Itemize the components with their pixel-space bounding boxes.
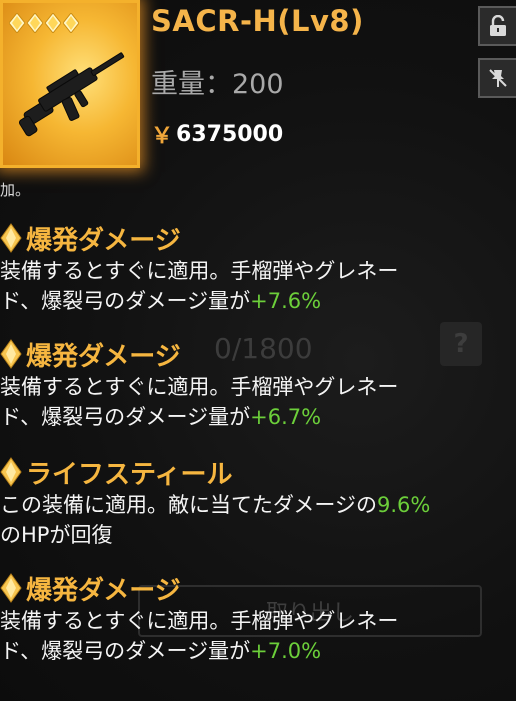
- effect-desc-text: ド、爆裂弓のダメージ量が: [0, 405, 251, 429]
- star-icon: [45, 13, 61, 33]
- effect-title: ライフスティール: [0, 454, 516, 490]
- effect-explosive-damage-2: 爆発ダメージ 装備するとすぐに適用。手榴弾やグレネー ド、爆裂弓のダメージ量が+…: [0, 336, 516, 432]
- effect-desc-line: ド、爆裂弓のダメージ量が+7.0%: [0, 636, 516, 666]
- effect-value: 9.6%: [376, 493, 431, 517]
- star-icon: [27, 13, 43, 33]
- description-snippet: 加。: [0, 181, 31, 199]
- rifle-icon: [18, 52, 125, 137]
- effect-description: 装備するとすぐに適用。手榴弾やグレネー ド、爆裂弓のダメージ量が+7.0%: [0, 606, 516, 666]
- rarity-stars: [9, 13, 79, 33]
- lock-button[interactable]: [478, 6, 516, 46]
- item-detail-panel: 0/1800 ? 取り出し SACR-H(Lv8) 重量：200 ￥ 63750…: [0, 0, 516, 701]
- effect-title: 爆発ダメージ: [0, 220, 516, 256]
- item-price: ￥ 6375000: [151, 118, 283, 150]
- effect-explosive-damage-3: 爆発ダメージ 装備するとすぐに適用。手榴弾やグレネー ド、爆裂弓のダメージ量が+…: [0, 570, 516, 666]
- effect-value: +6.7%: [250, 405, 322, 429]
- effect-value: +7.0%: [250, 639, 322, 663]
- lock-icon: [490, 15, 506, 36]
- effect-name: 爆発ダメージ: [26, 225, 181, 256]
- effect-desc-text: この装備に適用。敵に当てたダメージの: [0, 493, 377, 517]
- effect-title: 爆発ダメージ: [0, 336, 516, 372]
- pin-toggle-button[interactable]: [478, 58, 516, 98]
- star-icon: [63, 13, 79, 33]
- effect-value: +7.6%: [250, 289, 322, 313]
- effect-title: 爆発ダメージ: [0, 570, 516, 606]
- effect-desc-line: 装備するとすぐに適用。手榴弾やグレネー: [0, 259, 399, 283]
- effect-desc-line: ド、爆裂弓のダメージ量が+6.7%: [0, 402, 516, 432]
- effect-name: 爆発ダメージ: [26, 575, 181, 606]
- price-value: 6375000: [176, 121, 284, 147]
- effect-desc-line: 装備するとすぐに適用。手榴弾やグレネー: [0, 375, 399, 399]
- item-name: SACR-H(Lv8): [151, 4, 364, 38]
- effect-desc-line: ド、爆裂弓のダメージ量が+7.6%: [0, 286, 516, 316]
- effect-name: 爆発ダメージ: [26, 341, 181, 372]
- effect-explosive-damage-1: 爆発ダメージ 装備するとすぐに適用。手榴弾やグレネー ド、爆裂弓のダメージ量が+…: [0, 220, 516, 316]
- effect-desc-text: ド、爆裂弓のダメージ量が: [0, 639, 251, 663]
- effect-desc-text: ド、爆裂弓のダメージ量が: [0, 289, 251, 313]
- effect-description: 装備するとすぐに適用。手榴弾やグレネー ド、爆裂弓のダメージ量が+7.6%: [0, 256, 516, 316]
- effect-life-steal: ライフスティール この装備に適用。敵に当てたダメージの9.6% のHPが回復: [0, 454, 516, 550]
- effect-name: ライフスティール: [26, 459, 233, 490]
- star-icon: [9, 13, 25, 33]
- effect-description: この装備に適用。敵に当てたダメージの9.6% のHPが回復: [0, 490, 516, 550]
- yen-icon: ￥: [151, 124, 174, 149]
- item-card[interactable]: [0, 0, 140, 168]
- effect-desc-line: この装備に適用。敵に当てたダメージの9.6%: [0, 490, 516, 520]
- effect-description: 装備するとすぐに適用。手榴弾やグレネー ド、爆裂弓のダメージ量が+6.7%: [0, 372, 516, 432]
- effect-desc-line: 装備するとすぐに適用。手榴弾やグレネー: [0, 609, 399, 633]
- diamond-icon: [0, 339, 22, 369]
- effect-desc-line: のHPが回復: [0, 523, 113, 547]
- diamond-icon: [0, 457, 22, 487]
- pin-off-icon: [489, 69, 507, 87]
- diamond-icon: [0, 573, 22, 603]
- item-weight: 重量：200: [151, 69, 284, 100]
- diamond-icon: [0, 223, 22, 253]
